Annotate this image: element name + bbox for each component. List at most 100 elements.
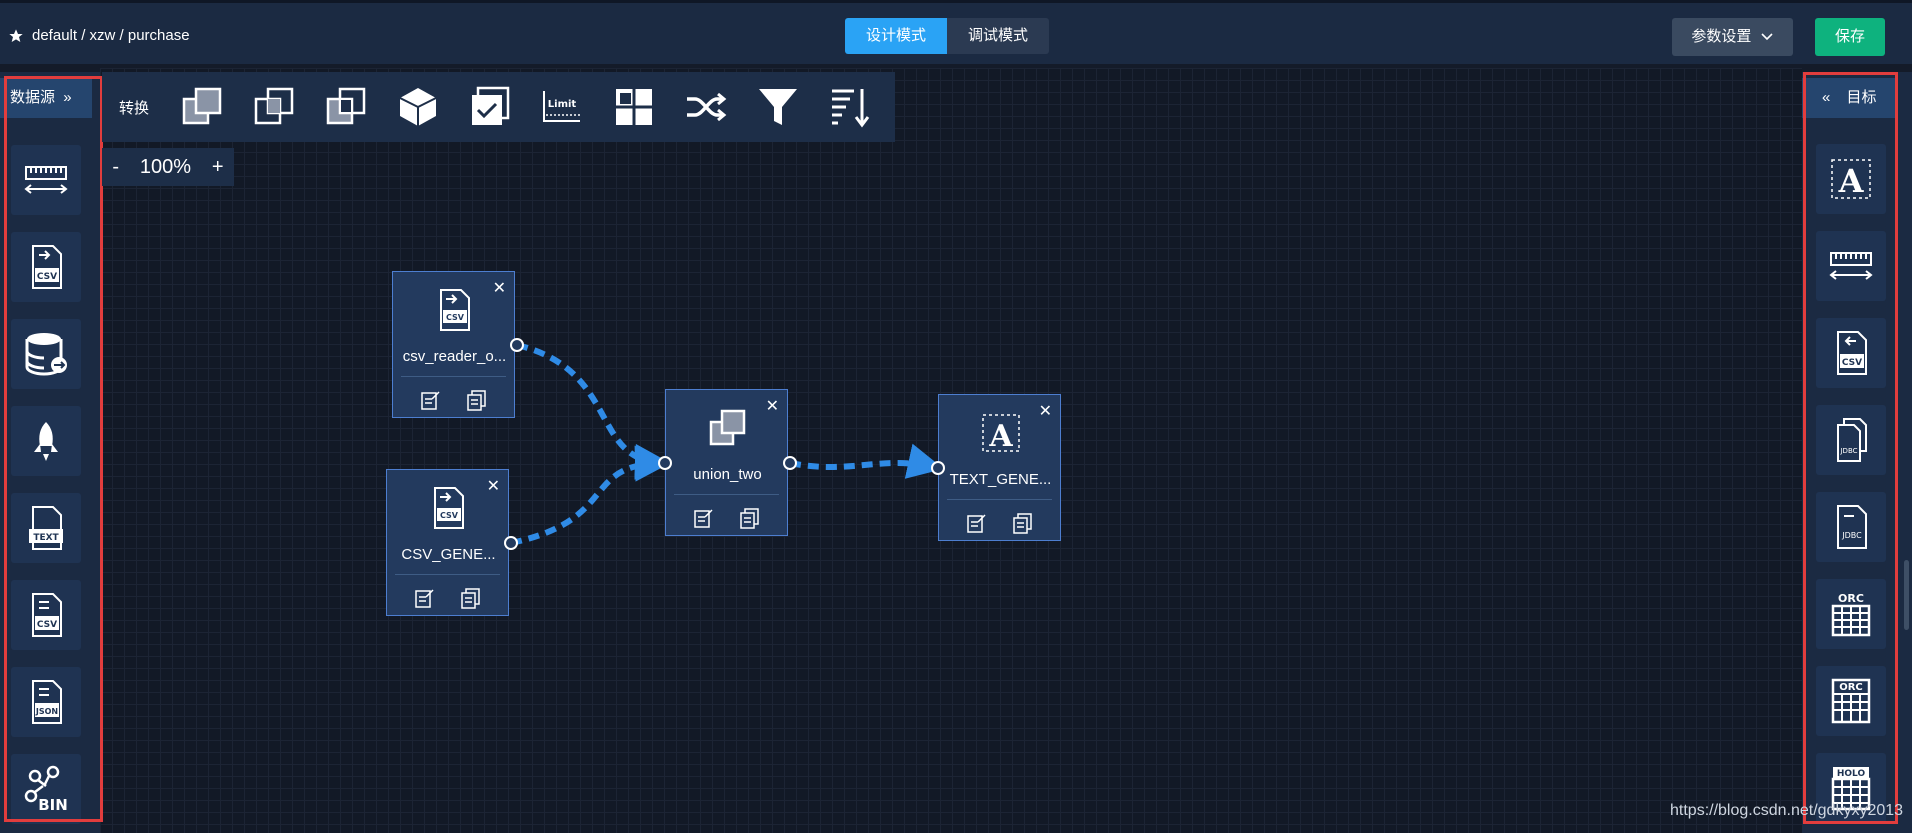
close-icon[interactable]: ✕ xyxy=(1039,401,1052,421)
ruler-arrows-icon xyxy=(24,166,68,194)
tool-difference[interactable] xyxy=(310,72,382,142)
node-csv-reader-output-port[interactable] xyxy=(510,338,524,352)
svg-text:A: A xyxy=(988,419,1013,454)
tool-shuffle[interactable] xyxy=(670,72,742,142)
copy-icon[interactable] xyxy=(466,389,488,411)
tool-limit[interactable]: Limit xyxy=(526,72,598,142)
target-tile-orc-convert[interactable]: ORC xyxy=(1816,666,1886,736)
edit-icon[interactable] xyxy=(420,389,442,411)
text-file-icon: TEXT xyxy=(29,506,63,550)
node-csv-generator[interactable]: ✕ CSV CSV_GENE... xyxy=(386,469,509,616)
tool-intersect[interactable] xyxy=(238,72,310,142)
source-tile-rocket[interactable] xyxy=(11,406,81,476)
rocket-icon xyxy=(34,422,58,461)
shuffle-icon xyxy=(687,92,727,122)
chevron-down-icon xyxy=(1761,33,1773,41)
target-tile-orc[interactable]: ORC xyxy=(1816,579,1886,649)
node-text-generator-input-port[interactable] xyxy=(931,461,945,475)
copy-icon[interactable] xyxy=(739,507,761,529)
datasource-panel-header[interactable]: 数据源 » xyxy=(0,78,92,118)
grid-icon xyxy=(616,89,652,125)
zoom-level: 100% xyxy=(139,155,192,178)
tool-check[interactable] xyxy=(454,72,526,142)
node-csv-reader[interactable]: ✕ CSV csv_reader_o... xyxy=(392,271,515,418)
close-icon[interactable]: ✕ xyxy=(766,396,779,416)
tool-union[interactable] xyxy=(166,72,238,142)
scrollbar[interactable] xyxy=(1904,560,1909,630)
zoom-in-button[interactable]: + xyxy=(212,156,224,179)
target-tile-jdbc-file[interactable]: JDBC xyxy=(1816,492,1886,562)
source-tile-jdbc[interactable] xyxy=(11,319,81,389)
bin-network-icon: BIN xyxy=(24,765,68,814)
svg-text:JDBC: JDBC xyxy=(1839,447,1857,455)
tool-cube[interactable] xyxy=(382,72,454,142)
svg-text:CSV: CSV xyxy=(37,620,57,630)
node-union-two[interactable]: ✕ union_two xyxy=(665,389,788,536)
svg-text:CSV: CSV xyxy=(37,272,57,282)
node-text-generator[interactable]: ✕ A TEXT_GENE... xyxy=(938,394,1061,541)
tool-grid[interactable] xyxy=(598,72,670,142)
target-tile-csv[interactable]: CSV xyxy=(1816,318,1886,388)
params-settings-dropdown[interactable]: 参数设置 xyxy=(1672,18,1793,56)
svg-text:JSON: JSON xyxy=(35,707,58,716)
svg-text:CSV: CSV xyxy=(446,313,465,322)
zoom-out-button[interactable]: - xyxy=(112,156,119,179)
limit-icon: Limit xyxy=(543,91,580,122)
close-icon[interactable]: ✕ xyxy=(493,278,506,298)
jdbc-files-icon: JDBC xyxy=(1837,418,1867,462)
copy-icon[interactable] xyxy=(460,587,482,609)
union-icon xyxy=(709,409,746,446)
node-label: CSV_GENE... xyxy=(401,546,496,563)
source-tile-ruler[interactable] xyxy=(11,145,81,215)
source-tile-text[interactable]: TEXT xyxy=(11,493,81,563)
design-mode-button[interactable]: 设计模式 xyxy=(845,18,948,54)
svg-text:CSV: CSV xyxy=(1842,358,1862,368)
svg-text:Limit: Limit xyxy=(548,99,577,110)
svg-text:JDBC: JDBC xyxy=(1841,531,1862,540)
edit-icon[interactable] xyxy=(414,587,436,609)
text-target-icon: A xyxy=(982,414,1020,454)
source-tile-json[interactable]: JSON xyxy=(11,667,81,737)
transform-label: 转换 xyxy=(118,99,149,117)
tool-filter[interactable] xyxy=(742,72,814,142)
target-panel-header[interactable]: « 目标 xyxy=(1802,78,1897,118)
target-tile-text[interactable]: A xyxy=(1816,144,1886,214)
node-divider xyxy=(401,376,506,377)
star-icon[interactable] xyxy=(8,28,24,44)
json-file-icon: JSON xyxy=(32,680,62,724)
svg-text:CSV: CSV xyxy=(440,511,459,520)
debug-mode-button[interactable]: 调试模式 xyxy=(947,18,1050,54)
csv-file-icon: CSV xyxy=(440,289,470,331)
csv-file-icon: CSV xyxy=(434,487,464,529)
source-tile-bin[interactable]: BIN xyxy=(11,754,81,824)
source-tile-csv-convert[interactable]: CSV xyxy=(11,580,81,650)
zoom-control: - 100% + xyxy=(102,148,234,186)
jdbc-db-icon xyxy=(25,333,67,376)
save-button[interactable]: 保存 xyxy=(1815,18,1885,56)
copy-icon[interactable] xyxy=(1012,512,1034,534)
svg-text:ORC: ORC xyxy=(1839,682,1863,693)
node-union-input-port[interactable] xyxy=(658,456,672,470)
node-label: TEXT_GENE... xyxy=(949,471,1052,488)
tool-sort[interactable] xyxy=(814,72,886,142)
target-title: 目标 xyxy=(1846,89,1877,106)
target-tile-ruler[interactable] xyxy=(1816,231,1886,301)
mode-switch: 设计模式 调试模式 xyxy=(845,18,1050,54)
svg-text:BIN: BIN xyxy=(38,796,68,814)
close-icon[interactable]: ✕ xyxy=(487,476,500,496)
watermark: https://blog.csdn.net/gdkyxy2013 xyxy=(1670,802,1904,819)
source-tile-csv[interactable]: CSV xyxy=(11,232,81,302)
svg-text:TEXT: TEXT xyxy=(33,533,59,543)
double-chevron-left-icon[interactable]: « xyxy=(1822,89,1830,106)
breadcrumb-path[interactable]: default / xzw / purchase xyxy=(32,27,190,44)
edit-icon[interactable] xyxy=(693,507,715,529)
breadcrumb: default / xzw / purchase xyxy=(8,27,190,44)
edit-icon[interactable] xyxy=(966,512,988,534)
node-union-output-port[interactable] xyxy=(783,456,797,470)
top-bar: default / xzw / purchase 设计模式 调试模式 参数设置 … xyxy=(0,0,1912,64)
text-target-icon: A xyxy=(1831,159,1871,200)
double-chevron-right-icon[interactable]: » xyxy=(63,89,71,106)
target-tile-jdbc-files[interactable]: JDBC xyxy=(1816,405,1886,475)
node-label: union_two xyxy=(693,466,762,483)
node-csv-generator-output-port[interactable] xyxy=(504,536,518,550)
